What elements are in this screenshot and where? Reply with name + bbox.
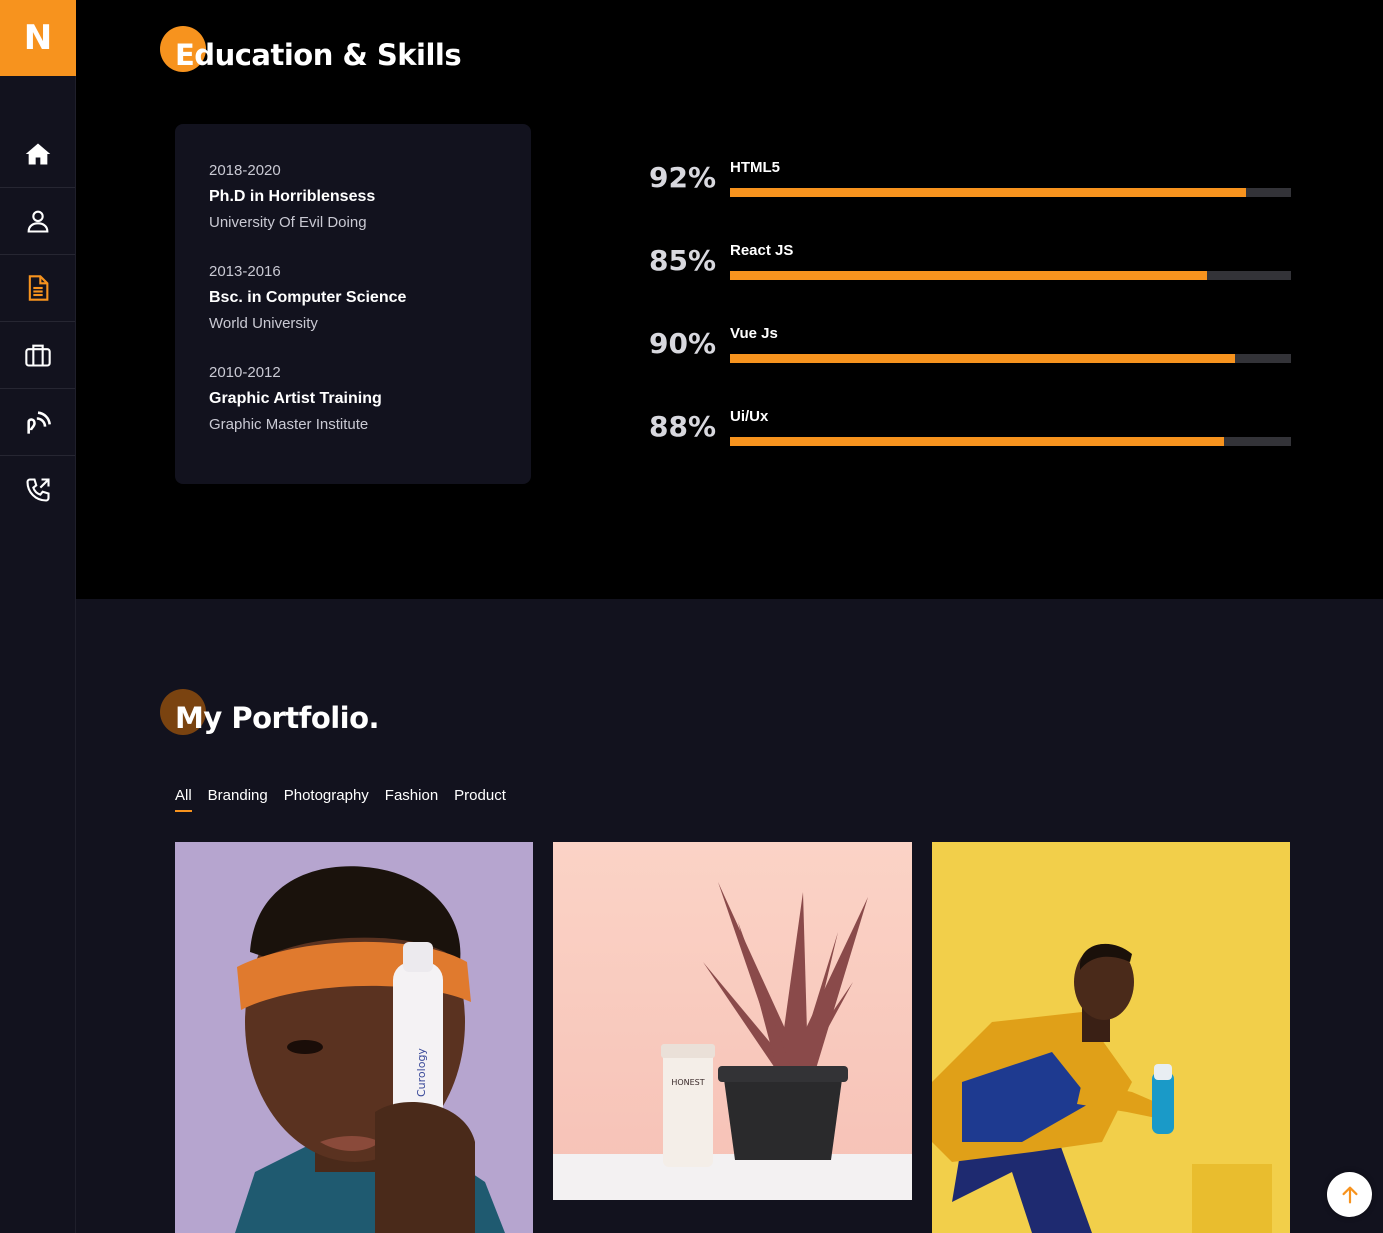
portfolio-title: My Portfolio. xyxy=(175,701,380,735)
sidebar-nav xyxy=(0,121,75,523)
briefcase-icon xyxy=(24,344,51,367)
sidebar-item-home[interactable] xyxy=(0,121,75,188)
portfolio-section: My Portfolio. All Branding Photography F… xyxy=(76,599,1383,1233)
user-icon xyxy=(27,210,48,233)
portfolio-item-3[interactable] xyxy=(932,842,1290,1233)
portfolio-filters: All Branding Photography Fashion Product xyxy=(175,787,506,812)
skill-bar-fill xyxy=(730,437,1224,446)
tube-label: HONEST xyxy=(671,1078,704,1087)
education-school: University Of Evil Doing xyxy=(209,214,367,231)
skill-item: 88% Ui/Ux xyxy=(649,404,1299,487)
portfolio-item-1[interactable]: Curology xyxy=(175,842,533,1233)
skill-percent: 90% xyxy=(649,327,717,360)
education-years: 2010-2012 xyxy=(209,364,281,381)
skill-name: Ui/Ux xyxy=(730,408,769,425)
education-item: 2013-2016 Bsc. in Computer Science World… xyxy=(209,261,497,335)
filter-branding[interactable]: Branding xyxy=(208,787,268,810)
education-item: 2010-2012 Graphic Artist Training Graphi… xyxy=(209,362,497,436)
sidebar-item-about[interactable] xyxy=(0,188,75,255)
home-icon xyxy=(25,143,50,165)
skill-bar-track xyxy=(730,271,1291,280)
plant-image: HONEST xyxy=(553,842,912,1200)
education-card: 2018-2020 Ph.D in Horriblensess Universi… xyxy=(175,124,531,484)
education-degree: Graphic Artist Training xyxy=(209,390,382,407)
education-skills-section: Education & Skills 2018-2020 Ph.D in Hor… xyxy=(76,0,1383,599)
skill-item: 90% Vue Js xyxy=(649,321,1299,404)
education-title-wrap: Education & Skills xyxy=(160,26,462,72)
skill-item: 92% HTML5 xyxy=(649,155,1299,238)
sidebar-item-blog[interactable] xyxy=(0,389,75,456)
filter-photography[interactable]: Photography xyxy=(284,787,369,810)
skill-bar-fill xyxy=(730,188,1247,197)
skill-percent: 88% xyxy=(649,410,717,443)
sidebar-item-resume[interactable] xyxy=(0,255,75,322)
skill-percent: 92% xyxy=(649,161,717,194)
portfolio-item-2[interactable]: HONEST xyxy=(553,842,912,1200)
rss-icon xyxy=(26,411,51,434)
page-title: Education & Skills xyxy=(175,38,462,72)
runner-image xyxy=(932,842,1290,1233)
scroll-to-top-button[interactable] xyxy=(1327,1172,1372,1217)
logo-letter: N xyxy=(23,18,53,58)
sidebar-item-contact[interactable] xyxy=(0,456,75,523)
skills-list: 92% HTML5 85% React JS 90% Vue Js 88% Ui… xyxy=(649,155,1299,487)
document-icon xyxy=(28,275,48,301)
education-years: 2013-2016 xyxy=(209,263,281,280)
skill-bar-fill xyxy=(730,354,1235,363)
filter-product[interactable]: Product xyxy=(454,787,506,810)
filter-all[interactable]: All xyxy=(175,787,192,812)
skill-bar-track xyxy=(730,188,1291,197)
education-degree: Ph.D in Horriblensess xyxy=(209,188,376,205)
education-degree: Bsc. in Computer Science xyxy=(209,289,407,306)
skill-bar-track xyxy=(730,354,1291,363)
education-years: 2018-2020 xyxy=(209,162,281,179)
skill-name: Vue Js xyxy=(730,325,778,342)
sidebar-item-portfolio[interactable] xyxy=(0,322,75,389)
logo[interactable]: N xyxy=(0,0,76,76)
portrait-image: Curology xyxy=(175,842,533,1233)
sidebar: N xyxy=(0,0,76,1233)
education-school: World University xyxy=(209,315,318,332)
education-item: 2018-2020 Ph.D in Horriblensess Universi… xyxy=(209,160,497,234)
skill-item: 85% React JS xyxy=(649,238,1299,321)
portfolio-title-wrap: My Portfolio. xyxy=(160,689,380,735)
arrow-up-icon xyxy=(1341,1186,1358,1203)
skill-name: HTML5 xyxy=(730,159,780,176)
filter-fashion[interactable]: Fashion xyxy=(385,787,438,810)
skill-bar-fill xyxy=(730,271,1207,280)
skill-percent: 85% xyxy=(649,244,717,277)
bottle-label: Curology xyxy=(415,1048,428,1097)
phone-icon xyxy=(25,477,50,502)
skill-name: React JS xyxy=(730,242,794,259)
skill-bar-track xyxy=(730,437,1291,446)
education-school: Graphic Master Institute xyxy=(209,416,369,433)
